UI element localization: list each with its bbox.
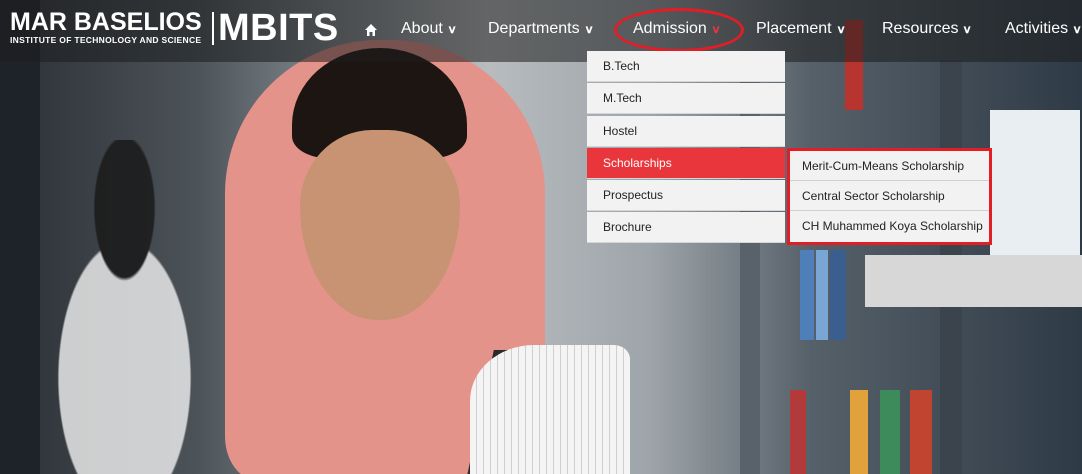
student-background: [30, 140, 240, 474]
nav-placement[interactable]: Placement ∨: [756, 20, 845, 38]
book: [800, 250, 814, 340]
student-shirt: [470, 345, 630, 474]
admission-dropdown: B.Tech M.Tech Hostel Scholarships Prospe…: [587, 51, 785, 245]
dropdown-item-hostel[interactable]: Hostel: [587, 115, 785, 147]
dropdown-item-btech[interactable]: B.Tech: [587, 51, 785, 82]
dropdown-item-scholarships[interactable]: Scholarships: [587, 147, 785, 179]
logo-title: MAR BASELIOS: [10, 8, 202, 36]
logo-divider: [212, 12, 214, 45]
nav-placement-label: Placement: [756, 20, 832, 37]
submenu-item-central-sector[interactable]: Central Sector Scholarship: [790, 181, 989, 211]
nav-activities[interactable]: Activities ∨: [1005, 20, 1082, 38]
book: [910, 390, 932, 474]
nav-resources[interactable]: Resources ∨: [882, 20, 972, 38]
logo-short-name[interactable]: MBITS: [218, 8, 339, 48]
dropdown-item-brochure[interactable]: Brochure: [587, 212, 785, 244]
top-navbar: MAR BASELIOS INSTITUTE OF TECHNOLOGY AND…: [0, 0, 1082, 62]
dropdown-item-prospectus[interactable]: Prospectus: [587, 180, 785, 212]
chevron-down-icon: ∨: [447, 23, 457, 36]
nav-resources-label: Resources: [882, 20, 959, 37]
annotation-ellipse: [614, 8, 744, 52]
book: [790, 390, 806, 474]
scholarships-submenu: Merit-Cum-Means Scholarship Central Sect…: [787, 148, 992, 245]
submenu-item-merit-cum-means[interactable]: Merit-Cum-Means Scholarship: [790, 151, 989, 181]
nav-about[interactable]: About ∨: [401, 20, 457, 38]
nav-activities-label: Activities: [1005, 20, 1069, 37]
nav-about-label: About: [401, 20, 443, 37]
chevron-down-icon: ∨: [835, 23, 846, 36]
submenu-item-ch-muhammed-koya[interactable]: CH Muhammed Koya Scholarship: [790, 211, 989, 241]
dropdown-item-mtech[interactable]: M.Tech: [587, 83, 785, 115]
book: [880, 390, 900, 474]
nav-departments-label: Departments: [488, 20, 580, 37]
site-logo[interactable]: MAR BASELIOS INSTITUTE OF TECHNOLOGY AND…: [10, 8, 202, 46]
chevron-down-icon: ∨: [962, 23, 973, 36]
slider-caption-box: [865, 255, 1082, 307]
book: [816, 250, 828, 340]
book: [850, 390, 868, 474]
wall-poster: [990, 110, 1080, 260]
nav-departments[interactable]: Departments ∨: [488, 20, 593, 38]
chevron-down-icon: ∨: [1072, 23, 1082, 36]
chevron-down-icon: ∨: [583, 23, 594, 36]
logo-subtitle: INSTITUTE OF TECHNOLOGY AND SCIENCE: [10, 35, 202, 45]
home-icon[interactable]: [364, 23, 378, 37]
book: [830, 250, 846, 340]
